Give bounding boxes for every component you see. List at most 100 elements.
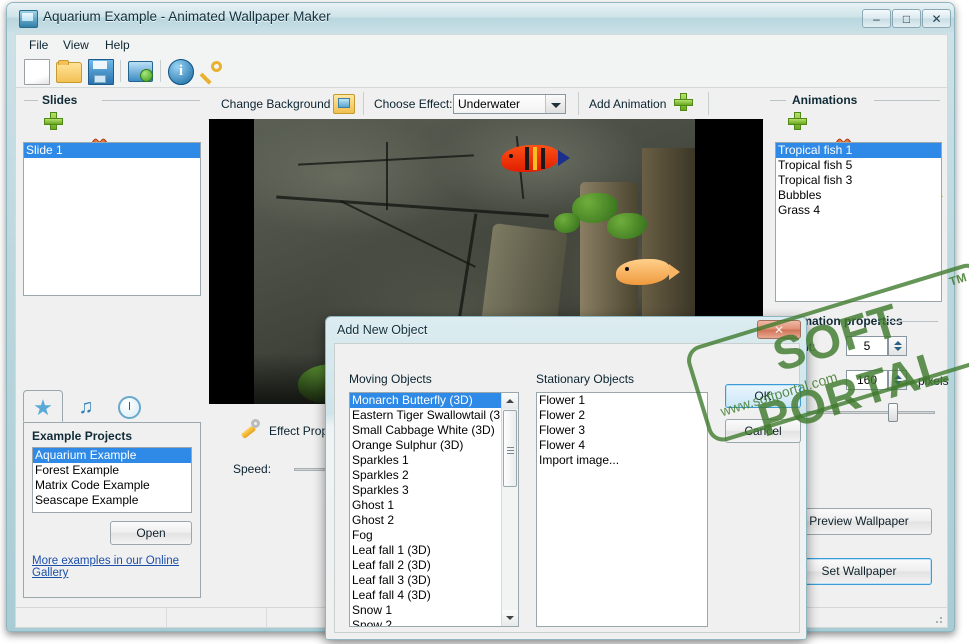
ok-button[interactable]: OK [725,384,801,408]
tab-examples[interactable]: ★ [23,390,63,422]
editor-toolbar: Change Background Choose Effect: Underwa… [208,88,764,120]
list-item[interactable]: Matrix Code Example [33,478,191,493]
list-item[interactable]: Flower 3 [537,423,707,438]
scroll-down-icon[interactable] [502,610,518,626]
app-icon [19,10,38,28]
close-icon: ✕ [773,322,785,337]
list-item[interactable]: Sparkles 1 [350,453,502,468]
list-item[interactable]: Snow 2 [350,618,502,626]
preview-wallpaper-button[interactable]: Preview Wallpaper [786,508,932,535]
resize-grip[interactable] [932,613,944,625]
about-info-icon[interactable]: i [168,59,194,85]
add-slide-button[interactable] [42,110,68,134]
scroll-up-icon[interactable] [502,393,518,409]
examples-list[interactable]: Aquarium Example Forest Example Matrix C… [32,447,192,513]
add-animation-label[interactable]: Add Animation [589,97,666,111]
tab-music[interactable]: ♫ [67,391,107,423]
menu-bar: File View Help [15,34,948,54]
list-item[interactable]: Orange Sulphur (3D) [350,438,502,453]
list-item[interactable]: Flower 2 [537,408,707,423]
list-item[interactable]: Aquarium Example [33,448,191,463]
list-item[interactable]: Leaf fall 1 (3D) [350,543,502,558]
list-item[interactable]: Leaf fall 2 (3D) [350,558,502,573]
speed-label: Speed: [233,462,272,476]
size-slider-thumb[interactable] [888,403,898,422]
count-field[interactable]: 5 [846,336,888,356]
list-item[interactable]: Snow 1 [350,603,502,618]
list-item[interactable]: Bubbles [776,188,941,203]
scrollbar-thumb[interactable] [503,410,517,487]
size-field[interactable]: 160 [846,370,888,390]
list-item[interactable]: Flower 4 [537,438,707,453]
example-tab-strip: ★ ♫ [23,390,201,423]
wrench-icon [239,418,261,440]
music-note-icon: ♫ [78,396,94,418]
main-toolbar: i [15,54,948,88]
list-item[interactable]: Eastern Tiger Swallowtail (3D) [350,408,513,423]
slides-list[interactable]: Slide 1 [23,142,201,296]
background-image-icon[interactable] [333,94,355,114]
slides-panel-title: Slides [42,93,78,107]
add-new-object-dialog: Add New Object ✕ Moving Objects Stationa… [325,316,807,640]
size-stepper[interactable] [888,370,907,390]
list-item[interactable]: Monarch Butterfly (3D) [350,393,502,408]
list-item[interactable]: Import image... [537,453,707,468]
list-item[interactable]: Slide 1 [24,143,200,158]
close-icon: ✕ [931,11,942,26]
size-units-label: pixels [918,374,949,388]
minimize-button[interactable]: – [862,9,891,28]
effect-select-value: Underwater [458,97,521,111]
set-wallpaper-button[interactable]: Set Wallpaper [786,558,932,585]
new-project-icon[interactable] [24,59,50,85]
dialog-body: Moving Objects Stationary Objects Monarc… [334,343,801,633]
cancel-button[interactable]: Cancel [725,419,801,443]
list-item[interactable]: Flower 1 [537,393,707,408]
animations-panel-title: Animations [792,93,858,107]
list-item[interactable]: Leaf fall 3 (3D) [350,573,502,588]
register-key-icon[interactable] [200,59,224,83]
maximize-icon: □ [902,11,911,26]
list-item[interactable]: Grass 4 [776,203,941,218]
examples-heading: Example Projects [32,429,133,443]
dialog-title: Add New Object [337,323,428,337]
list-item[interactable]: Fog [350,528,502,543]
animations-list[interactable]: Tropical fish 1 Tropical fish 5 Tropical… [775,142,942,302]
list-item[interactable]: Tropical fish 3 [776,173,941,188]
list-item[interactable]: Tropical fish 5 [776,158,941,173]
stationary-objects-list[interactable]: Flower 1 Flower 2 Flower 3 Flower 4 Impo… [536,392,708,627]
list-item[interactable]: Tropical fish 1 [776,143,941,158]
add-animation-button[interactable] [786,110,812,134]
menu-view[interactable]: View [56,38,96,52]
list-item[interactable]: Ghost 2 [350,513,502,528]
list-item[interactable]: Sparkles 2 [350,468,502,483]
chevron-down-icon[interactable] [545,95,565,113]
effect-select[interactable]: Underwater [453,94,566,114]
moving-objects-list[interactable]: Monarch Butterfly (3D) Eastern Tiger Swa… [349,392,519,627]
stationary-objects-heading: Stationary Objects [536,372,635,386]
title-bar: Aquarium Example - Animated Wallpaper Ma… [7,3,954,33]
add-animation-plus-icon[interactable] [672,91,698,115]
minimize-icon: – [873,11,880,26]
list-item[interactable]: Seascape Example [33,493,191,508]
save-project-icon[interactable] [88,59,114,85]
list-item[interactable]: Leaf fall 4 (3D) [350,588,502,603]
tab-timing[interactable] [111,391,151,423]
preview-monitor-icon[interactable] [128,61,153,82]
open-example-button[interactable]: Open [110,521,192,545]
clock-icon [118,396,141,419]
list-item[interactable]: Forest Example [33,463,191,478]
open-project-icon[interactable] [56,60,82,83]
close-button[interactable]: ✕ [922,9,951,28]
choose-effect-label: Choose Effect: [374,97,453,111]
moving-objects-scrollbar[interactable] [501,393,518,626]
count-stepper[interactable] [888,336,907,356]
list-item[interactable]: Sparkles 3 [350,483,502,498]
maximize-button[interactable]: □ [892,9,921,28]
list-item[interactable]: Ghost 1 [350,498,502,513]
change-background-button[interactable]: Change Background [221,97,330,111]
list-item[interactable]: Small Cabbage White (3D) [350,423,502,438]
menu-file[interactable]: File [22,38,55,52]
dialog-close-button[interactable]: ✕ [757,320,801,339]
menu-help[interactable]: Help [98,38,137,52]
online-gallery-link[interactable]: More examples in our Online Gallery [32,555,200,579]
